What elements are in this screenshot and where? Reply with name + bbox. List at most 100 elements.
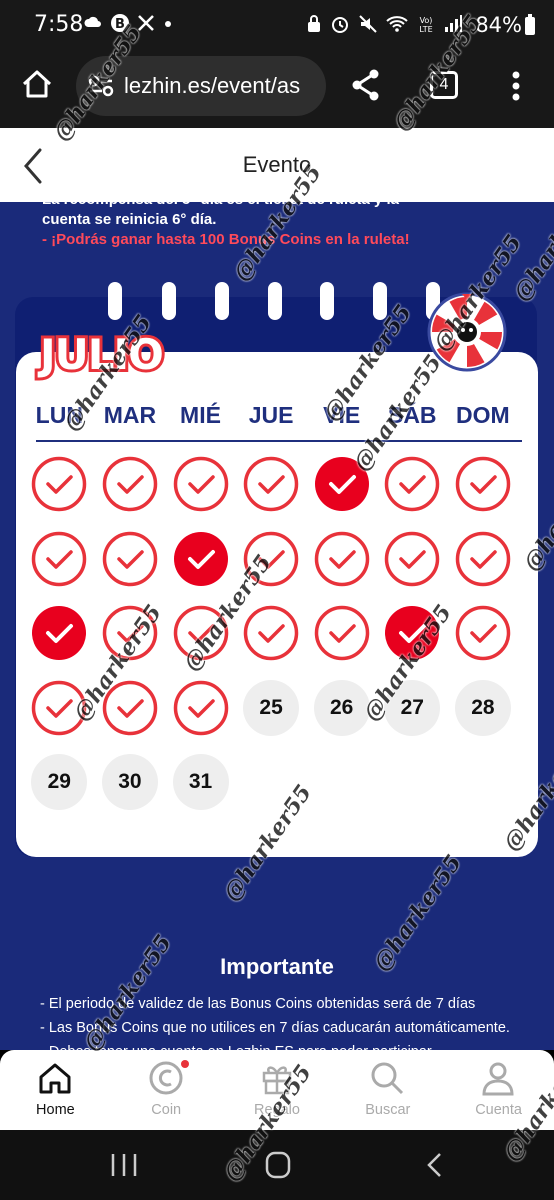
nav-search[interactable]: Buscar: [332, 1050, 443, 1130]
calendar-day-checked[interactable]: [31, 456, 87, 512]
event-content[interactable]: La recompensa del 5° día es el ticket de…: [0, 202, 554, 1050]
nav-account-label: Cuenta: [475, 1102, 522, 1118]
check-circle-icon: [455, 456, 511, 512]
weekday-header: MAR: [103, 402, 157, 428]
nav-gift-label: Regalo: [254, 1102, 300, 1118]
calendar-day-checked[interactable]: [314, 531, 370, 587]
roulette-icon[interactable]: [426, 290, 508, 372]
calendar-day-checked[interactable]: [31, 680, 87, 736]
calendar-day-checked[interactable]: [384, 531, 440, 587]
check-circle-icon: [173, 456, 228, 512]
important-title: Importante: [220, 954, 334, 979]
binder-ring: [215, 282, 229, 320]
nav-coin-label: Coin: [151, 1102, 182, 1118]
calendar-day[interactable]: 27: [384, 679, 441, 736]
weekday-header: JUE: [248, 402, 294, 428]
header-divider: [36, 440, 522, 442]
check-filled-icon: [173, 531, 228, 586]
alarm-icon: [332, 17, 348, 33]
check-circle-icon: [385, 531, 440, 586]
bottom-nav: Home Coin Regalo Buscar Cuenta: [0, 1050, 554, 1130]
status-bar: 7:58 B Vo) LTE 84%: [0, 0, 554, 52]
more-menu-icon[interactable]: [510, 70, 522, 102]
search-icon: [371, 1062, 404, 1095]
system-nav-bar: [0, 1130, 554, 1200]
check-circle-icon: [173, 680, 228, 735]
check-filled-icon: [385, 606, 440, 660]
weekday-header: LUN: [35, 402, 83, 428]
nav-gift[interactable]: Regalo: [222, 1050, 333, 1130]
nav-account[interactable]: Cuenta: [443, 1050, 554, 1130]
calendar-day-today-check[interactable]: [384, 605, 440, 661]
note-item: - Las Bonus Coins que no utilices en 7 d…: [40, 1020, 510, 1036]
check-circle-icon: [102, 680, 158, 735]
calendar-day-checked[interactable]: [314, 605, 370, 661]
check-circle-icon: [314, 531, 369, 586]
calendar-day-checked[interactable]: [243, 605, 299, 661]
calendar-day-checked[interactable]: [173, 605, 229, 661]
address-bar[interactable]: lezhin.es/event/as: [76, 56, 326, 116]
dot-icon: [165, 21, 171, 27]
event-info: La recompensa del 5° día es el ticket de…: [42, 202, 512, 250]
calendar-day-checked[interactable]: [102, 531, 158, 587]
nav-home-label: Home: [36, 1102, 75, 1118]
account-icon: [482, 1062, 514, 1096]
browser-home-icon[interactable]: [20, 68, 54, 100]
svg-text:B: B: [115, 17, 125, 32]
back-system-icon[interactable]: [420, 1150, 452, 1180]
check-circle-icon: [243, 456, 299, 512]
tab-switcher-button[interactable]: 4: [430, 71, 458, 99]
calendar-day-checked[interactable]: [102, 605, 158, 661]
home-system-icon[interactable]: [262, 1150, 294, 1180]
check-circle-icon: [32, 531, 87, 586]
check-circle-icon: [173, 605, 228, 661]
calendar-day[interactable]: 26: [313, 679, 370, 736]
share-icon[interactable]: [350, 68, 382, 102]
calendar-day-checked[interactable]: [384, 456, 440, 512]
calendar-day-checked[interactable]: [455, 456, 511, 512]
calendar-day-checked[interactable]: [102, 456, 158, 512]
weekday-header: SÁB: [387, 402, 437, 428]
check-circle-icon: [32, 456, 87, 512]
recent-apps-icon[interactable]: [108, 1150, 140, 1180]
calendar-day-today-check[interactable]: [314, 456, 370, 512]
check-circle-icon: [102, 531, 158, 586]
calendar-day[interactable]: 29: [31, 754, 88, 810]
calendar-day-today-check[interactable]: [31, 605, 87, 661]
svg-text:Vo): Vo): [420, 16, 433, 25]
calendar-day-checked[interactable]: [102, 680, 158, 736]
calendar-day[interactable]: 31: [172, 754, 229, 810]
battery-level: 84%: [475, 13, 522, 37]
info-line-1: La recompensa del 5° día es el ticket de…: [42, 202, 512, 210]
check-circle-icon: [455, 605, 511, 661]
calendar-day-checked[interactable]: [243, 456, 299, 512]
check-circle-icon: [385, 456, 440, 512]
calendar-day[interactable]: 30: [101, 754, 158, 810]
status-time: 7:58: [34, 12, 84, 37]
calendar-day[interactable]: 25: [243, 679, 300, 736]
calendar-day-checked[interactable]: [455, 605, 511, 661]
note-item: - Debes tener una cuenta en Lezhin ES pa…: [40, 1040, 530, 1050]
nav-home[interactable]: Home: [0, 1050, 111, 1130]
weekday-header: VIE: [323, 402, 361, 428]
calendar-day-checked[interactable]: [173, 456, 229, 512]
calendar-day-today-check[interactable]: [173, 531, 229, 587]
nav-coin[interactable]: Coin: [111, 1050, 222, 1130]
site-settings-icon[interactable]: [88, 74, 114, 98]
gift-icon: [262, 1066, 291, 1095]
url-text[interactable]: lezhin.es/event/as: [124, 73, 319, 99]
check-circle-icon: [243, 531, 299, 586]
check-circle-icon: [32, 680, 87, 735]
binder-ring: [373, 282, 387, 320]
calendar-day-checked[interactable]: [243, 531, 299, 587]
check-circle-icon: [102, 605, 158, 661]
calendar-day-checked[interactable]: [31, 531, 87, 587]
binder-ring: [108, 282, 122, 320]
volte-icon: Vo)LTE: [419, 16, 433, 34]
calendar-day[interactable]: 28: [454, 679, 511, 736]
binder-ring: [162, 282, 176, 320]
svg-text:LTE: LTE: [419, 25, 432, 34]
lock-icon: [308, 15, 320, 32]
calendar-day-checked[interactable]: [455, 531, 511, 587]
calendar-day-checked[interactable]: [173, 680, 229, 736]
